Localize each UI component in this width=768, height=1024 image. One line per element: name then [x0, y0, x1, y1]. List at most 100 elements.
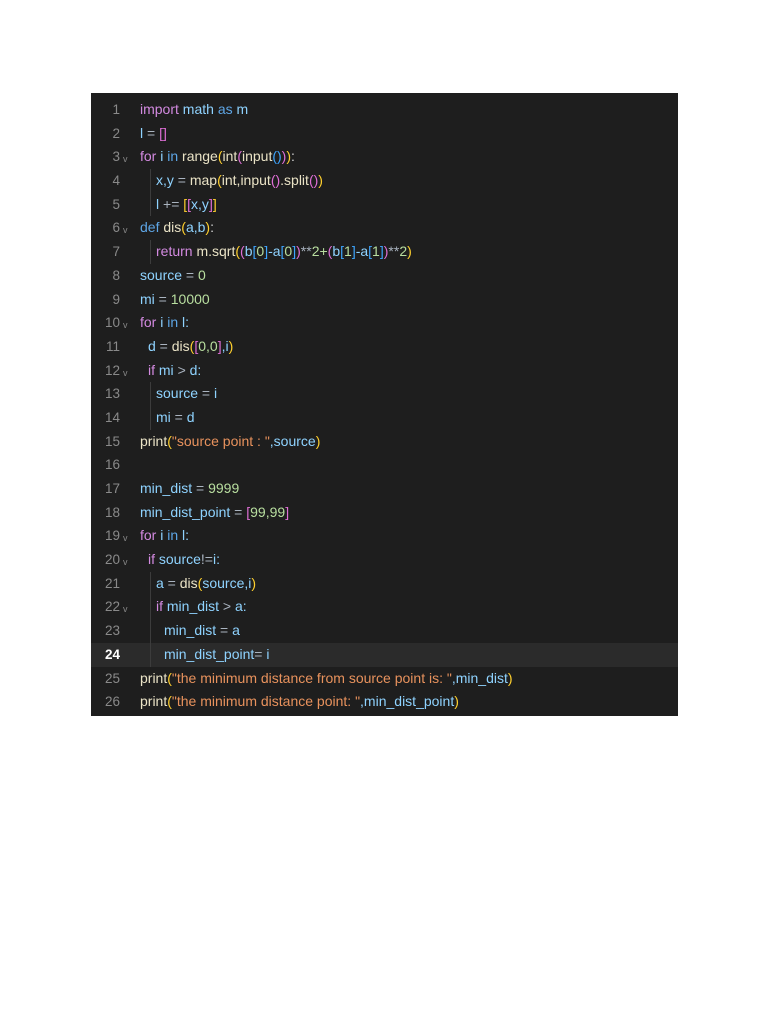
code-token: =: [155, 337, 172, 354]
code-token: =: [230, 503, 247, 520]
line-number: 20: [104, 552, 120, 568]
code-editor[interactable]: 1 import math as m 2 l = [] 3 v for i in range…: [91, 93, 678, 716]
code-token: >: [177, 361, 190, 378]
code-token: =: [198, 385, 214, 402]
code-text: l += [[x,y]]: [140, 193, 217, 217]
code-token: int,input: [221, 172, 271, 189]
line-number: 5: [112, 196, 120, 212]
code-text: print("source point : ",source): [140, 430, 320, 454]
code-token: 2: [399, 243, 408, 260]
code-token: if: [148, 361, 155, 378]
code-token: ,min_dist_point: [360, 693, 455, 710]
code-line[interactable]: 2 l = []: [91, 122, 678, 146]
code-text: min_dist_point= i: [140, 643, 269, 667]
code-token: 0,0: [198, 337, 218, 354]
code-token: a: [232, 622, 240, 639]
line-number: 9: [112, 291, 120, 307]
code-text: import math as m: [140, 98, 248, 122]
line-number: 12: [104, 362, 120, 378]
code-line[interactable]: 18 min_dist_point = [99,99]: [91, 501, 678, 525]
code-line[interactable]: 22 v if min_dist > a:: [91, 595, 678, 620]
line-number: 24: [104, 646, 120, 662]
code-token: m.sqrt: [192, 243, 236, 260]
code-token: ]: [285, 503, 290, 520]
code-line[interactable]: 24 min_dist_point= i: [91, 642, 678, 667]
code-token: range: [178, 148, 218, 165]
code-text: if mi > d:: [140, 359, 201, 383]
code-token: i: [156, 314, 168, 331]
code-token: a:: [235, 598, 247, 615]
code-token: :: [210, 219, 214, 236]
line-number: 16: [104, 457, 120, 473]
code-line[interactable]: 12 v if mi > d:: [91, 359, 678, 383]
code-token: print: [140, 669, 168, 686]
line-number: 10: [104, 315, 120, 331]
code-token: ,source: [269, 432, 316, 449]
code-token: 2+: [311, 243, 328, 260]
code-token: print: [140, 693, 168, 710]
code-line[interactable]: 16: [91, 453, 678, 477]
code-token: ): [407, 243, 412, 260]
code-line[interactable]: 26 print("the minimum distance point: ",m…: [91, 690, 678, 714]
code-line[interactable]: 21 a = dis(source,i): [91, 571, 678, 596]
code-line[interactable]: 14 mi = d: [91, 405, 678, 430]
code-token: source: [156, 385, 199, 402]
code-text: if source!=i:: [140, 548, 220, 572]
line-number: 14: [104, 409, 120, 425]
code-text: def dis(a,b):: [140, 216, 214, 240]
code-token: map: [189, 172, 218, 189]
line-number: 23: [104, 623, 120, 639]
line-number: 18: [104, 504, 120, 520]
line-number: 19: [104, 528, 120, 544]
code-line[interactable]: 15 print("source point : ",source): [91, 430, 678, 454]
code-token: i: [266, 645, 270, 662]
code-line[interactable]: 5 l += [[x,y]]: [91, 192, 678, 217]
line-number: 13: [104, 386, 120, 402]
code-text: l = []: [140, 122, 167, 146]
code-line[interactable]: 8 source = 0: [91, 264, 678, 288]
code-line[interactable]: 9 mi = 10000: [91, 288, 678, 312]
code-text: if min_dist > a:: [140, 595, 247, 619]
code-token: source: [140, 266, 183, 283]
code-token: mi: [140, 290, 155, 307]
code-line[interactable]: 25 print("the minimum distance from sourc…: [91, 667, 678, 691]
code-text: for i in l:: [140, 311, 189, 335]
code-token: =: [192, 480, 209, 496]
code-line[interactable]: 4 x,y = map(int,input().split()): [91, 169, 678, 193]
code-text: min_dist = 9999: [140, 477, 239, 501]
code-token: mi: [155, 361, 178, 378]
code-token: m: [232, 101, 249, 117]
code-text: mi = d: [140, 406, 195, 430]
code-token: ,i: [221, 337, 229, 354]
code-token: for: [140, 527, 157, 544]
code-line[interactable]: 1 import math as m: [91, 98, 678, 122]
code-token: ]: [212, 195, 217, 212]
code-token: min_dist: [164, 622, 217, 639]
code-line[interactable]: 7 return m.sqrt((b[0]-a[0])**2+(b[1]-a[1]…: [91, 240, 678, 264]
code-line[interactable]: 13 source = i: [91, 382, 678, 406]
code-token: for: [140, 314, 157, 331]
code-token: =: [163, 574, 180, 591]
code-line[interactable]: 6 v def dis(a,b):: [91, 216, 678, 240]
code-line[interactable]: 10 v for i in l:: [91, 311, 678, 335]
code-line[interactable]: 23 min_dist = a: [91, 619, 678, 643]
code-text: min_dist_point = [99,99]: [140, 501, 289, 525]
code-line[interactable]: 11 d = dis([0,0],i): [91, 335, 678, 359]
code-token: "source point : ": [171, 432, 270, 449]
code-token: min_dist_point: [164, 645, 255, 662]
code-token: x,y: [156, 172, 174, 189]
code-token: mi: [156, 408, 171, 425]
code-token: l:: [178, 314, 190, 331]
code-token: i: [156, 148, 168, 165]
code-line[interactable]: 20 v if source!=i:: [91, 548, 678, 572]
line-number: 21: [104, 575, 120, 591]
code-token: if: [148, 551, 155, 568]
code-token: input: [241, 148, 273, 165]
code-line[interactable]: 3 v for i in range(int(input())):: [91, 145, 678, 169]
code-line[interactable]: 17 min_dist = 9999: [91, 477, 678, 501]
code-text: source = 0: [140, 264, 206, 288]
line-number: 2: [112, 125, 120, 141]
code-line[interactable]: 19 v for i in l:: [91, 524, 678, 548]
code-token: d: [186, 408, 195, 425]
code-token: in: [167, 314, 179, 331]
